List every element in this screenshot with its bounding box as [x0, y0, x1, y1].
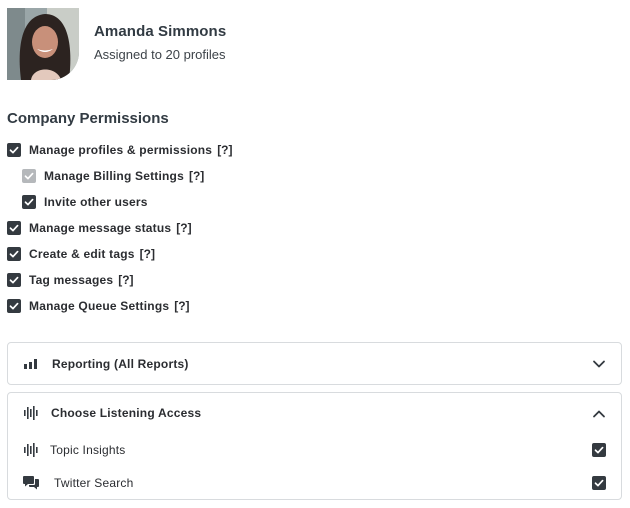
- permissions-list: Manage profiles & permissions [?] Manage B…: [7, 137, 407, 319]
- reporting-panel[interactable]: Reporting (All Reports): [7, 342, 622, 385]
- permission-label: Manage profiles & permissions: [29, 143, 213, 157]
- listening-item-twitter-search[interactable]: Twitter Search: [8, 466, 621, 499]
- listening-panel-header[interactable]: Choose Listening Access: [8, 393, 621, 433]
- listening-panel-title: Choose Listening Access: [51, 406, 202, 420]
- chat-bubbles-icon: [22, 475, 40, 491]
- permission-item[interactable]: Manage message status [?]: [7, 215, 407, 241]
- listening-access-panel[interactable]: Choose Listening Access Topic Insights T…: [7, 392, 622, 500]
- permission-label: Tag messages: [29, 273, 114, 287]
- audio-wave-icon: [22, 442, 40, 458]
- chevron-down-icon[interactable]: [591, 356, 607, 372]
- audio-wave-icon: [23, 405, 39, 421]
- permission-label: Manage Billing Settings: [44, 169, 184, 183]
- checkmark-icon: [9, 302, 19, 310]
- user-name: Amanda Simmons: [94, 22, 227, 40]
- listening-item-label: Twitter Search: [54, 475, 134, 490]
- permission-item[interactable]: Tag messages [?]: [7, 267, 407, 293]
- permission-label: Manage message status: [29, 221, 172, 235]
- twitter-search-checkbox[interactable]: [592, 476, 606, 490]
- permission-item[interactable]: Manage Billing Settings [?]: [7, 163, 407, 189]
- checkmark-icon: [9, 250, 19, 258]
- help-link[interactable]: [?]: [176, 221, 191, 235]
- chevron-up-icon[interactable]: [591, 406, 607, 422]
- section-title-company-permissions: Company Permissions: [7, 110, 169, 127]
- permission-checkbox[interactable]: [7, 143, 21, 157]
- permission-checkbox[interactable]: [7, 273, 21, 287]
- checkmark-icon: [9, 146, 19, 154]
- checkmark-icon: [24, 198, 34, 206]
- permission-item[interactable]: Manage Queue Settings [?]: [7, 293, 407, 319]
- permission-label: Create & edit tags: [29, 247, 135, 261]
- reporting-panel-header[interactable]: Reporting (All Reports): [8, 343, 621, 384]
- user-assignment: Assigned to 20 profiles: [94, 46, 226, 62]
- permission-checkbox: [22, 169, 36, 183]
- permission-label: Invite other users: [44, 195, 148, 209]
- permission-item[interactable]: Manage profiles & permissions [?]: [7, 137, 407, 163]
- help-link[interactable]: [?]: [174, 299, 189, 313]
- help-link[interactable]: [?]: [140, 247, 155, 261]
- help-link[interactable]: [?]: [189, 169, 204, 183]
- avatar: [7, 8, 79, 80]
- bar-chart-icon: [23, 356, 39, 372]
- permission-label: Manage Queue Settings: [29, 299, 170, 313]
- help-link[interactable]: [?]: [118, 273, 133, 287]
- permission-checkbox[interactable]: [22, 195, 36, 209]
- checkmark-icon: [594, 479, 604, 487]
- checkmark-icon: [9, 276, 19, 284]
- topic-insights-checkbox[interactable]: [592, 443, 606, 457]
- checkmark-icon: [24, 172, 34, 180]
- listening-item-topic-insights[interactable]: Topic Insights: [8, 433, 621, 466]
- help-link[interactable]: [?]: [217, 143, 232, 157]
- checkmark-icon: [9, 224, 19, 232]
- permission-checkbox[interactable]: [7, 221, 21, 235]
- checkmark-icon: [594, 446, 604, 454]
- permission-item[interactable]: Invite other users: [7, 189, 407, 215]
- permission-item[interactable]: Create & edit tags [?]: [7, 241, 407, 267]
- reporting-panel-title: Reporting (All Reports): [52, 356, 189, 371]
- user-header: Amanda Simmons Assigned to 20 profiles: [7, 8, 226, 80]
- permission-checkbox[interactable]: [7, 299, 21, 313]
- permission-checkbox[interactable]: [7, 247, 21, 261]
- user-info: Amanda Simmons Assigned to 20 profiles: [94, 23, 226, 62]
- listening-item-label: Topic Insights: [50, 442, 126, 457]
